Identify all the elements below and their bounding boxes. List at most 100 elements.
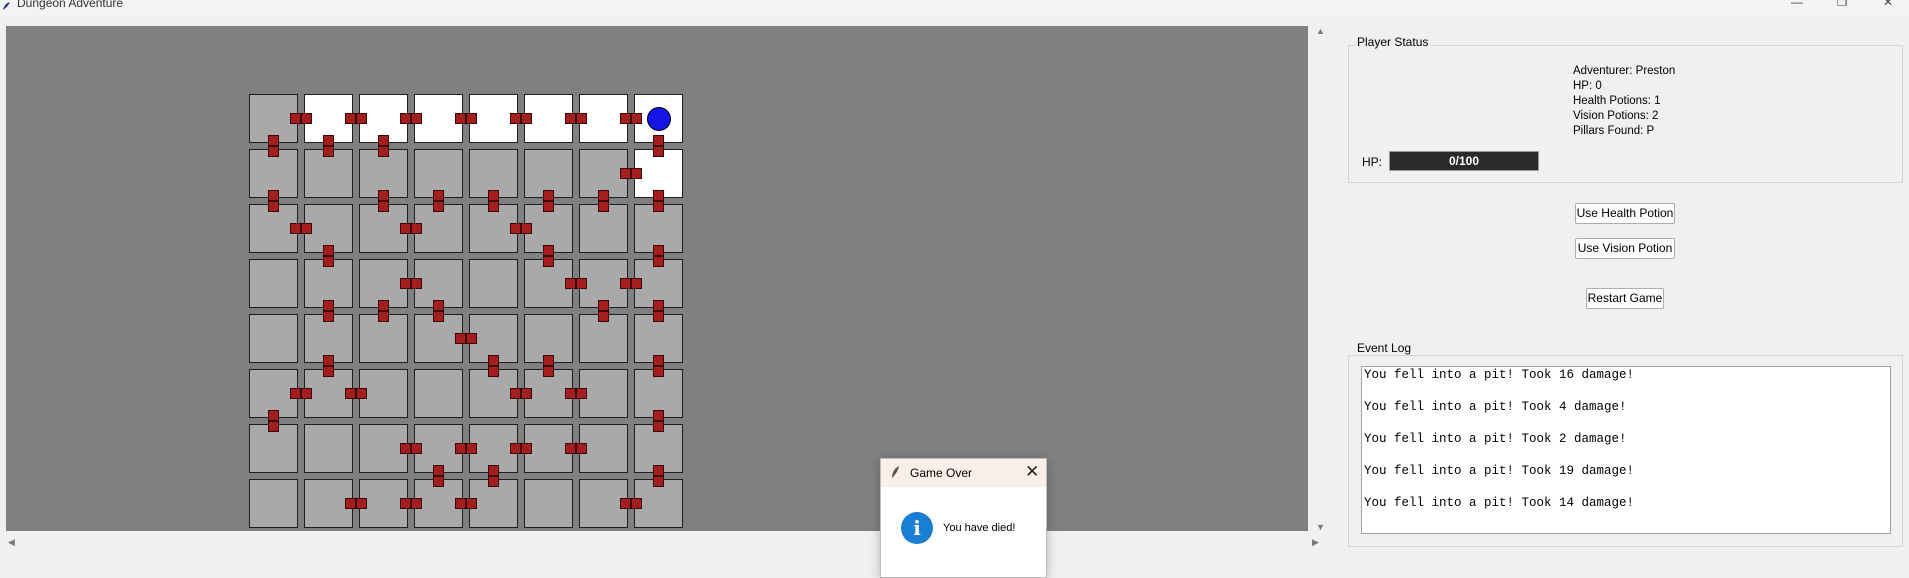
vision-potion-count: Vision Potions: 2 (1573, 110, 1659, 122)
maximize-button[interactable]: ❐ (1830, 0, 1854, 9)
room-door (653, 410, 664, 421)
room-door (488, 355, 499, 366)
info-icon: i (901, 512, 933, 544)
map-room (304, 424, 353, 473)
room-door (653, 421, 664, 432)
room-door (653, 476, 664, 487)
map-room (249, 479, 298, 528)
vertical-scrollbar[interactable]: ▲ ▼ (1312, 26, 1328, 532)
minimize-button[interactable]: — (1785, 0, 1809, 9)
room-door (323, 300, 334, 311)
room-door (455, 443, 466, 454)
room-door (620, 498, 631, 509)
room-door (620, 168, 631, 179)
room-door (433, 300, 444, 311)
window-titlebar: Dungeon Adventure — ❐ ✕ (0, 0, 1909, 16)
horizontal-scrollbar[interactable]: ◀ ▶ (6, 535, 1324, 551)
room-door (510, 388, 521, 399)
scroll-down-arrow-icon[interactable]: ▼ (1316, 522, 1325, 532)
room-door (631, 498, 642, 509)
room-door (543, 190, 554, 201)
scroll-right-arrow-icon[interactable]: ▶ (1312, 537, 1319, 548)
room-door (323, 146, 334, 157)
window-title: Dungeon Adventure (17, 0, 124, 10)
room-door (268, 135, 279, 146)
room-door (521, 113, 532, 124)
room-door (631, 278, 642, 289)
room-door (521, 443, 532, 454)
room-door (466, 333, 477, 344)
room-door (323, 366, 334, 377)
log-line: You fell into a pit! Took 2 damage! (1364, 432, 1627, 446)
adventurer-name: Adventurer: Preston (1573, 65, 1676, 77)
room-door (290, 388, 301, 399)
room-door (488, 476, 499, 487)
use-vision-potion-button[interactable]: Use Vision Potion (1575, 238, 1675, 259)
dialog-titlebar: Game Over ✕ (881, 459, 1046, 487)
room-door (466, 498, 477, 509)
room-door (653, 245, 664, 256)
log-line: You fell into a pit! Took 16 damage! (1364, 368, 1635, 382)
room-door (411, 278, 422, 289)
room-door (301, 388, 312, 399)
restart-game-button[interactable]: Restart Game (1586, 288, 1664, 309)
health-potion-count: Health Potions: 1 (1573, 95, 1661, 107)
room-door (576, 278, 587, 289)
pillars-found: Pillars Found: P (1573, 125, 1655, 137)
room-door (356, 388, 367, 399)
room-door (356, 498, 367, 509)
event-log-title: Event Log (1355, 341, 1414, 355)
player-status-title: Player Status (1355, 35, 1431, 49)
room-door (345, 498, 356, 509)
feather-icon (3, 2, 10, 10)
room-door (323, 256, 334, 267)
hp-progress-bar: 0/100 (1389, 151, 1539, 171)
close-button[interactable]: ✕ (1876, 0, 1900, 9)
room-door (576, 443, 587, 454)
room-door (400, 223, 411, 234)
room-door (378, 201, 389, 212)
dungeon-map-canvas[interactable] (6, 26, 1308, 531)
room-door (378, 311, 389, 322)
room-door (598, 190, 609, 201)
room-door (290, 223, 301, 234)
room-door (631, 113, 642, 124)
room-door (378, 300, 389, 311)
room-door (565, 388, 576, 399)
room-door (653, 300, 664, 311)
use-health-potion-button[interactable]: Use Health Potion (1575, 203, 1675, 224)
room-door (653, 135, 664, 146)
room-door (565, 443, 576, 454)
room-door (455, 333, 466, 344)
room-door (378, 135, 389, 146)
dialog-close-icon[interactable]: ✕ (1025, 462, 1039, 482)
room-door (488, 366, 499, 377)
room-door (268, 421, 279, 432)
room-door (345, 388, 356, 399)
room-door (488, 190, 499, 201)
room-door (543, 201, 554, 212)
room-door (400, 443, 411, 454)
room-door (598, 201, 609, 212)
room-door (301, 223, 312, 234)
room-door (433, 201, 444, 212)
room-door (356, 113, 367, 124)
room-door (455, 113, 466, 124)
room-door (455, 498, 466, 509)
event-log-text[interactable]: You fell into a pit! Took 16 damage! You… (1361, 366, 1891, 534)
room-door (378, 146, 389, 157)
room-door (466, 113, 477, 124)
hp-bar-label: HP: (1362, 155, 1383, 169)
hp-bar-text: 0/100 (1448, 154, 1480, 168)
scroll-up-arrow-icon[interactable]: ▲ (1316, 26, 1325, 36)
room-door (400, 113, 411, 124)
room-door (268, 201, 279, 212)
hp-value: HP: 0 (1573, 80, 1602, 92)
room-door (565, 278, 576, 289)
room-door (411, 113, 422, 124)
scroll-left-arrow-icon[interactable]: ◀ (8, 537, 15, 548)
room-door (400, 498, 411, 509)
room-door (521, 223, 532, 234)
dialog-title: Game Over (910, 466, 973, 480)
room-door (521, 388, 532, 399)
